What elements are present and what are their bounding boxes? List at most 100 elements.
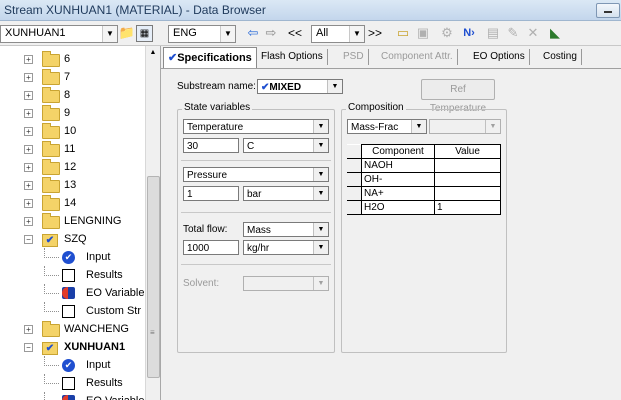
pressure-unit-select[interactable]: bar ▼ (243, 186, 329, 201)
pressure-input[interactable]: 1 (183, 186, 239, 201)
temperature-unit-select[interactable]: C ▼ (243, 138, 329, 153)
tab-label: Specifications (177, 52, 252, 64)
component-cell[interactable]: OH- (361, 172, 435, 187)
total-flow-input[interactable]: 1000 (183, 240, 239, 255)
close-icon[interactable]: ✕ (524, 24, 542, 42)
value-cell[interactable] (434, 158, 501, 173)
tree-item[interactable]: +13 (0, 176, 145, 194)
tree-item-label: SZQ (64, 233, 87, 245)
forward-arrow-icon[interactable]: ⇨ (262, 24, 280, 42)
tree-item[interactable]: Results (0, 374, 145, 392)
tree-item-label: Results (86, 377, 123, 389)
total-flow-unit-select[interactable]: kg/hr ▼ (243, 240, 329, 255)
tree-item-label: 9 (64, 107, 71, 119)
tree-connector (44, 392, 59, 400)
state-variable-1-select[interactable]: Temperature ▼ (183, 119, 329, 134)
total-flow-basis-select[interactable]: Mass ▼ (243, 222, 329, 237)
scroll-up-icon[interactable]: ▲ (146, 46, 160, 60)
stream-select[interactable]: XUNHUAN1 ▼ (0, 25, 118, 43)
value-cell[interactable]: 1 (434, 200, 501, 215)
tree-item[interactable]: EO Variable (0, 284, 145, 302)
expand-icon[interactable]: + (24, 73, 33, 82)
tree-item[interactable]: EO Variable (0, 392, 145, 400)
solvent-select[interactable]: ▼ (243, 276, 329, 291)
expand-icon[interactable]: + (24, 91, 33, 100)
tree-item[interactable]: ✔ Input (0, 248, 145, 266)
tree-item[interactable]: + LENGNING (0, 212, 145, 230)
units-select[interactable]: ENG ▼ (168, 25, 236, 43)
composition-basis-select[interactable]: Mass-Frac ▼ (347, 119, 427, 134)
expand-icon[interactable]: + (24, 217, 33, 226)
tree-connector (44, 374, 59, 384)
substream-select[interactable]: ✔MIXED ▼ (257, 79, 343, 94)
tree-item[interactable]: +14 (0, 194, 145, 212)
component-cell[interactable]: H2O (361, 200, 435, 215)
tree-scrollbar[interactable]: ▲ ≡ (145, 46, 160, 400)
component-cell[interactable]: NAOH (361, 158, 435, 173)
component-cell[interactable]: NA+ (361, 186, 435, 201)
expand-icon[interactable]: + (24, 127, 33, 136)
folder-icon (42, 123, 60, 139)
tree-item[interactable]: − ✔ SZQ (0, 230, 145, 248)
pencil-icon[interactable]: ✎ (504, 24, 522, 42)
folder-icon (42, 159, 60, 175)
temperature-input[interactable]: 30 (183, 138, 239, 153)
filter-select[interactable]: All ▼ (311, 25, 365, 43)
tree-item[interactable]: +11 (0, 140, 145, 158)
expand-icon[interactable]: + (24, 325, 33, 334)
clipboard-icon[interactable]: ▤ (484, 24, 502, 42)
back-arrow-icon[interactable]: ⇦ (244, 24, 262, 42)
table-row: NAOH (347, 158, 501, 173)
notes-icon[interactable]: ▭ (394, 24, 412, 42)
tree-item-label: Input (86, 251, 111, 263)
tab-label: PSD (343, 51, 364, 62)
state-variable-2-select[interactable]: Pressure ▼ (183, 167, 329, 182)
next-input-icon[interactable]: N› (460, 24, 478, 42)
tree-item[interactable]: +10 (0, 122, 145, 140)
tree-item[interactable]: − ✔ XUNHUAN1 (0, 338, 145, 356)
tree-item[interactable]: Custom Str (0, 302, 145, 320)
tab-eo-options[interactable]: EO Options (469, 49, 530, 65)
tab-specifications[interactable]: ✔Specifications (163, 47, 257, 68)
value-cell[interactable] (434, 186, 501, 201)
tree-item[interactable]: +12 (0, 158, 145, 176)
expand-icon[interactable]: + (24, 109, 33, 118)
tree-item[interactable]: +8 (0, 86, 145, 104)
chevron-down-icon: ▼ (313, 241, 328, 254)
expand-icon[interactable]: + (24, 145, 33, 154)
window-title: Stream XUNHUAN1 (MATERIAL) - Data Browse… (4, 3, 266, 17)
tree-item[interactable]: + WANCHENG (0, 320, 145, 338)
expand-icon[interactable]: + (24, 181, 33, 190)
tab-psd[interactable]: PSD (339, 49, 369, 65)
gear-icon[interactable]: ⚙ (438, 24, 456, 42)
tree-item[interactable]: Results (0, 266, 145, 284)
expand-icon[interactable]: + (24, 55, 33, 64)
chevron-down-icon: ▼ (313, 277, 328, 290)
composition-secondary-select[interactable]: ▼ (429, 119, 501, 134)
tab-flash-options[interactable]: Flash Options (257, 49, 328, 65)
next-icon[interactable]: >> (366, 24, 384, 42)
completed-folder-icon: ✔ (42, 234, 58, 247)
collapse-icon[interactable]: − (24, 235, 33, 244)
collapse-icon[interactable]: − (24, 343, 33, 352)
tree-item[interactable]: +6 (0, 50, 145, 68)
value-cell[interactable] (434, 172, 501, 187)
chart-icon[interactable]: ◣ (546, 24, 564, 42)
tree-item[interactable]: +7 (0, 68, 145, 86)
expand-icon[interactable]: + (24, 163, 33, 172)
scrollbar-thumb[interactable] (147, 176, 160, 378)
tree-toggle-icon[interactable]: ▦ (136, 25, 153, 42)
tree-item-label: LENGNING (64, 215, 122, 227)
tree-item[interactable]: ✔ Input (0, 356, 145, 374)
tab-component-attr[interactable]: Component Attr. (377, 49, 458, 65)
expand-icon[interactable]: + (24, 199, 33, 208)
folder-up-icon[interactable]: 📁 (118, 24, 136, 42)
tree-item[interactable]: +9 (0, 104, 145, 122)
tab-costing[interactable]: Costing (539, 49, 582, 65)
status-icon[interactable]: ▣ (414, 24, 432, 42)
ref-temperature-button[interactable]: Ref Temperature (421, 79, 495, 114)
previous-icon[interactable]: << (286, 24, 304, 42)
minimize-button[interactable] (596, 3, 620, 18)
chevron-down-icon: ▼ (313, 139, 328, 152)
tree-connector (44, 356, 59, 366)
